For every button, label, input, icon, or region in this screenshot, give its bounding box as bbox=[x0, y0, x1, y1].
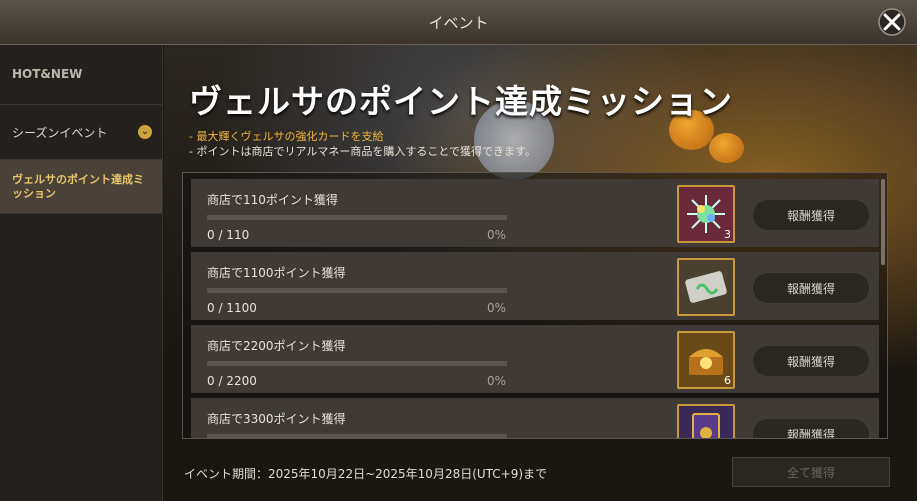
progress-percent: 0% bbox=[487, 301, 507, 315]
mission-row: 商店で1100ポイント獲得 0 / 1100 0% 報酬獲得 bbox=[191, 252, 879, 320]
mission-label: 商店で110ポイント獲得 bbox=[207, 193, 338, 207]
pumpkin-decoration bbox=[709, 133, 744, 163]
reward-item[interactable] bbox=[677, 404, 735, 438]
event-period: イベント期間：2025年10月22日~2025年10月28日(UTC+9)まで bbox=[184, 467, 548, 481]
mission-label: 商店で3300ポイント獲得 bbox=[207, 412, 346, 426]
claim-reward-button[interactable]: 報酬獲得 bbox=[753, 419, 869, 438]
progress-percent: 0% bbox=[487, 228, 507, 242]
sidebar-header: HOT&NEW bbox=[0, 45, 162, 105]
claim-reward-button[interactable]: 報酬獲得 bbox=[753, 273, 869, 303]
sidebar-item-season-event[interactable]: シーズンイベント ⌄ bbox=[0, 105, 162, 160]
reward-item[interactable]: 6 bbox=[677, 331, 735, 389]
note-highlight: - 最大輝くヴェルサの強化カードを支給 bbox=[189, 130, 384, 143]
title-bar: イベント bbox=[0, 0, 917, 45]
mission-label: 商店で1100ポイント獲得 bbox=[207, 266, 346, 280]
note-text: - ポイントは商店でリアルマネー商品を購入することで獲得できます。 bbox=[189, 145, 536, 158]
chevron-down-icon: ⌄ bbox=[138, 125, 152, 139]
mission-label: 商店で2200ポイント獲得 bbox=[207, 339, 346, 353]
sidebar-item-label: シーズンイベント bbox=[12, 125, 108, 140]
close-button[interactable] bbox=[877, 7, 907, 37]
mission-row: 商店で3300ポイント獲得 報酬獲得 bbox=[191, 398, 879, 438]
claim-reward-button[interactable]: 報酬獲得 bbox=[753, 200, 869, 230]
progress-bar bbox=[207, 361, 507, 366]
list-scrollbar[interactable] bbox=[881, 179, 885, 265]
window-title: イベント bbox=[428, 13, 489, 32]
ticket-icon bbox=[685, 271, 727, 303]
mission-list[interactable]: 商店で110ポイント獲得 0 / 110 0% 3 報酬獲得 商店で1100ポイ… bbox=[182, 172, 888, 439]
progress-bar bbox=[207, 288, 507, 293]
mission-row: 商店で110ポイント獲得 0 / 110 0% 3 報酬獲得 bbox=[191, 179, 879, 247]
progress-count: 0 / 2200 bbox=[207, 374, 257, 388]
sidebar-item-label: ヴェルサのポイント達成ミッション bbox=[12, 172, 144, 200]
event-panel: ヴェルサのポイント達成ミッション - 最大輝くヴェルサの強化カードを支給 - ポ… bbox=[164, 45, 917, 501]
sidebar: HOT&NEW シーズンイベント ⌄ ヴェルサのポイント達成ミッション bbox=[0, 45, 163, 501]
reward-item[interactable]: 3 bbox=[677, 185, 735, 243]
progress-count: 0 / 110 bbox=[207, 228, 250, 242]
mission-row: 商店で2200ポイント獲得 0 / 2200 0% 6 報酬獲得 bbox=[191, 325, 879, 393]
reward-count: 3 bbox=[724, 228, 731, 241]
progress-bar bbox=[207, 434, 507, 438]
reward-count: 6 bbox=[724, 374, 731, 387]
progress-count: 0 / 1100 bbox=[207, 301, 257, 315]
page-title: ヴェルサのポイント達成ミッション bbox=[189, 82, 733, 121]
sidebar-item-point-mission[interactable]: ヴェルサのポイント達成ミッション bbox=[0, 160, 162, 214]
claim-reward-button[interactable]: 報酬獲得 bbox=[753, 346, 869, 376]
reward-item[interactable] bbox=[677, 258, 735, 316]
close-icon bbox=[878, 8, 906, 36]
progress-bar bbox=[207, 215, 507, 220]
claim-all-button[interactable]: 全て獲得 bbox=[732, 457, 890, 487]
event-notes: - 最大輝くヴェルサの強化カードを支給 - ポイントは商店でリアルマネー商品を購… bbox=[189, 129, 536, 159]
card-icon bbox=[692, 413, 720, 438]
progress-percent: 0% bbox=[487, 374, 507, 388]
